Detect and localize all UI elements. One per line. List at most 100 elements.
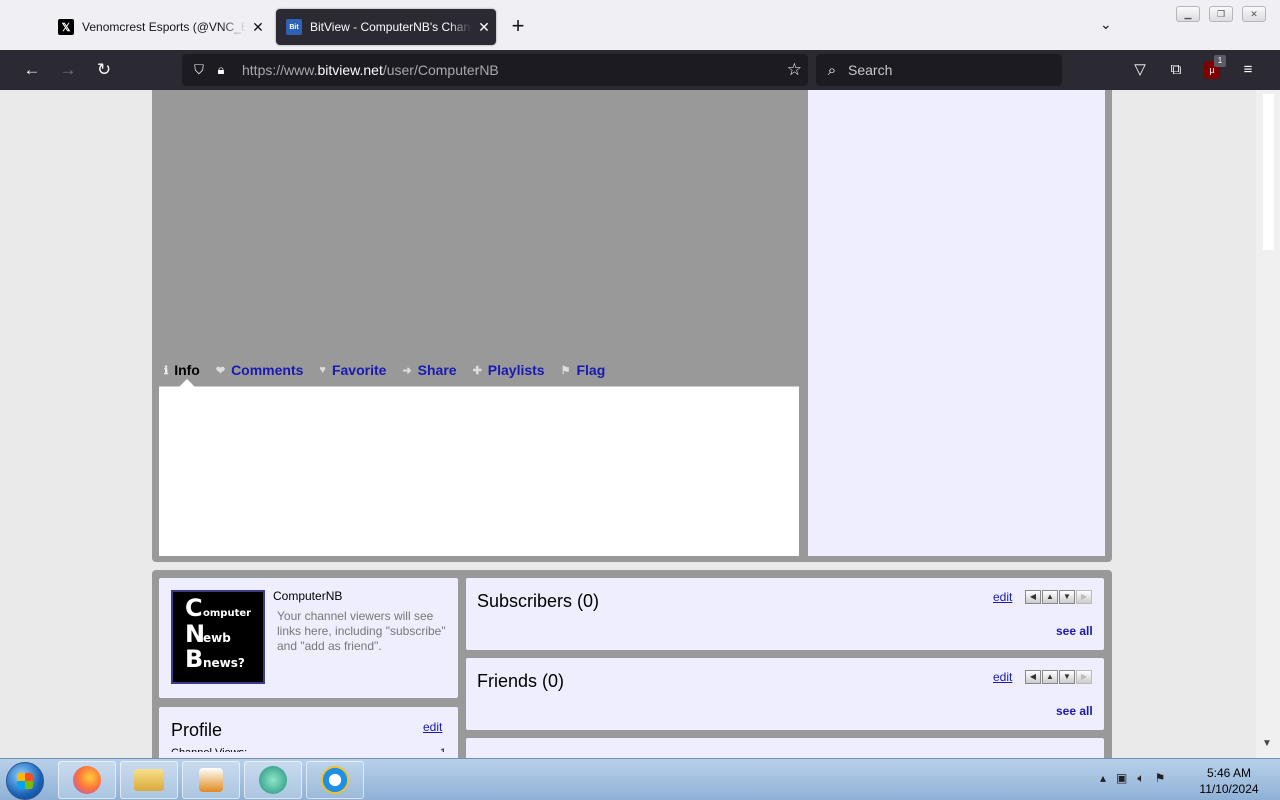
close-window-button[interactable]: ✕ [1242,6,1266,22]
app-menu-icon[interactable]: ≡ [1236,58,1260,82]
favorite-icon: ♥ [319,364,326,376]
extensions-icon[interactable]: ⧉ [1164,58,1188,82]
search-placeholder: Search [848,62,893,78]
subscribers-card [466,578,1104,650]
avatar[interactable]: Computer Newb Bnews? [171,590,265,684]
list-all-tabs-button[interactable]: ⌄ [1100,16,1112,33]
scroll-down-icon[interactable]: ▼ [1262,738,1272,749]
down-icon[interactable]: ▼ [1059,670,1075,684]
windows-taskbar: ▴ ▣ 🔈︎ ⚑ 5:46 AM 11/10/2024 [0,758,1280,800]
lock-icon[interactable]: 🔒︎ [210,62,232,78]
share-icon: ➜ [402,364,412,377]
friends-title: Friends (0) [477,671,565,691]
tab-label: Flag [576,362,606,378]
friends-edit-link[interactable]: edit [993,670,1012,684]
x-logo-icon: 𝕏 [58,19,74,35]
tab-label: Comments [231,362,304,378]
explorer-taskbar-button[interactable] [120,761,178,799]
tab-favorite[interactable]: ♥ Favorite [319,362,386,378]
avatar-word: ewb [203,631,231,645]
up-icon[interactable]: ▲ [1042,590,1058,604]
scrollbar-thumb[interactable] [1262,94,1274,250]
show-hidden-icons-icon[interactable]: ▴ [1100,771,1106,786]
firefox-taskbar-button[interactable] [58,761,116,799]
ie-taskbar-button[interactable] [306,761,364,799]
subscribers-see-all-link[interactable]: see all [1056,624,1093,638]
tab-flag[interactable]: ⚑ Flag [561,362,606,378]
tab-bitview[interactable]: Bit BitView - ComputerNB's Channel ✕ [276,9,496,45]
video-player[interactable] [153,90,805,350]
playlists-icon: ✚ [472,364,482,377]
forward-button[interactable]: → [56,58,80,82]
friends-pager: ◀ ▲ ▼ ▶ [1025,670,1092,684]
tab-playlists[interactable]: ✚ Playlists [473,362,545,378]
firefox-icon [73,766,101,794]
tab-label: Playlists [487,362,545,378]
friends-see-all-link[interactable]: see all [1056,704,1093,718]
up-icon[interactable]: ▲ [1042,670,1058,684]
tab-label: Share [417,362,457,378]
tracking-protection-icon[interactable]: ⛉ [188,62,210,78]
first-page-icon[interactable]: ◀ [1025,590,1041,604]
url-bar[interactable]: ⛉ 🔒︎ https://www.bitview.net/user/Comput… [182,54,808,86]
tab-comments[interactable]: ❤ Comments [216,362,304,378]
ublock-origin-icon[interactable]: µ1 [1204,55,1226,79]
action-center-flag-icon[interactable]: ⚑ [1155,771,1166,786]
info-icon: ℹ [164,364,169,377]
search-input[interactable]: ⌕ Search [816,54,1062,86]
comments-icon: ❤ [215,364,226,377]
subscribers-title: Subscribers (0) [477,591,600,611]
avatar-letter: N [185,620,206,648]
tab-title: BitView - ComputerNB's Channel [310,20,472,34]
system-tray: ▴ ▣ 🔈︎ ⚑ [1100,771,1165,786]
pocket-icon[interactable]: ▽ [1128,58,1152,82]
profile-edit-link[interactable]: edit [423,720,442,734]
avatar-word: news? [203,656,245,670]
tab-venomcrest[interactable]: 𝕏 Venomcrest Esports (@VNC_Esports) ✕ [48,9,270,45]
subscribers-edit-link[interactable]: edit [993,590,1012,604]
close-tab-icon[interactable]: ✕ [246,19,270,36]
page-scrollbar[interactable]: ▲ ▼ [1256,90,1280,758]
tab-strip: 𝕏 Venomcrest Esports (@VNC_Esports) ✕ Bi… [0,0,1280,50]
reload-button[interactable]: ↻ [92,58,116,82]
url-text[interactable]: https://www.bitview.net/user/ComputerNB [242,62,499,78]
folder-icon [134,769,164,791]
first-page-icon[interactable]: ◀ [1025,670,1041,684]
video-info-box [159,379,799,556]
clock-date: 11/10/2024 [1199,782,1259,796]
network-icon[interactable]: ▣ [1116,771,1127,786]
tab-label: Info [174,362,200,378]
subscribers-pager: ◀ ▲ ▼ ▶ [1025,590,1092,604]
minimize-button[interactable]: ▁ [1176,6,1200,22]
clock-time: 5:46 AM [1206,766,1252,780]
avatar-letter: B [185,645,204,673]
channel-views-value: 1 [440,746,446,752]
flag-icon: ⚑ [560,364,571,377]
app-taskbar-button[interactable] [244,761,302,799]
video-action-tabs: ℹ Info ❤ Comments ♥ Favorite ➜ Share ✚ Playli… [164,361,621,379]
bitview-favicon-icon: Bit [286,19,302,35]
next-page-icon[interactable]: ▶ [1076,670,1092,684]
restore-button[interactable]: ❐ [1209,6,1233,22]
tab-share[interactable]: ➜ Share [402,362,456,378]
bookmark-star-icon[interactable]: ☆ [787,60,802,80]
volume-muted-icon[interactable]: 🔈︎ [1137,771,1144,786]
close-tab-icon[interactable]: ✕ [472,19,496,36]
channel-name[interactable]: ComputerNB [273,589,342,603]
start-button[interactable] [6,762,44,800]
clock[interactable]: 5:46 AM 11/10/2024 [1196,765,1262,797]
profile-title: Profile [171,720,223,740]
navigation-toolbar: ← → ↻ ⛉ 🔒︎ https://www.bitview.net/user/… [0,50,1280,90]
back-button[interactable]: ← [20,58,44,82]
new-tab-button[interactable]: + [506,14,530,40]
media-player-taskbar-button[interactable] [182,761,240,799]
down-icon[interactable]: ▼ [1059,590,1075,604]
next-card [466,738,1104,758]
next-page-icon[interactable]: ▶ [1076,590,1092,604]
page-viewport: ℹ Info ❤ Comments ♥ Favorite ➜ Share ✚ Playli… [0,90,1280,758]
internet-explorer-icon [321,766,349,794]
tab-label: Favorite [331,362,387,378]
friends-card [466,658,1104,730]
tab-info[interactable]: ℹ Info [164,362,200,378]
ublock-badge: 1 [1214,55,1226,67]
